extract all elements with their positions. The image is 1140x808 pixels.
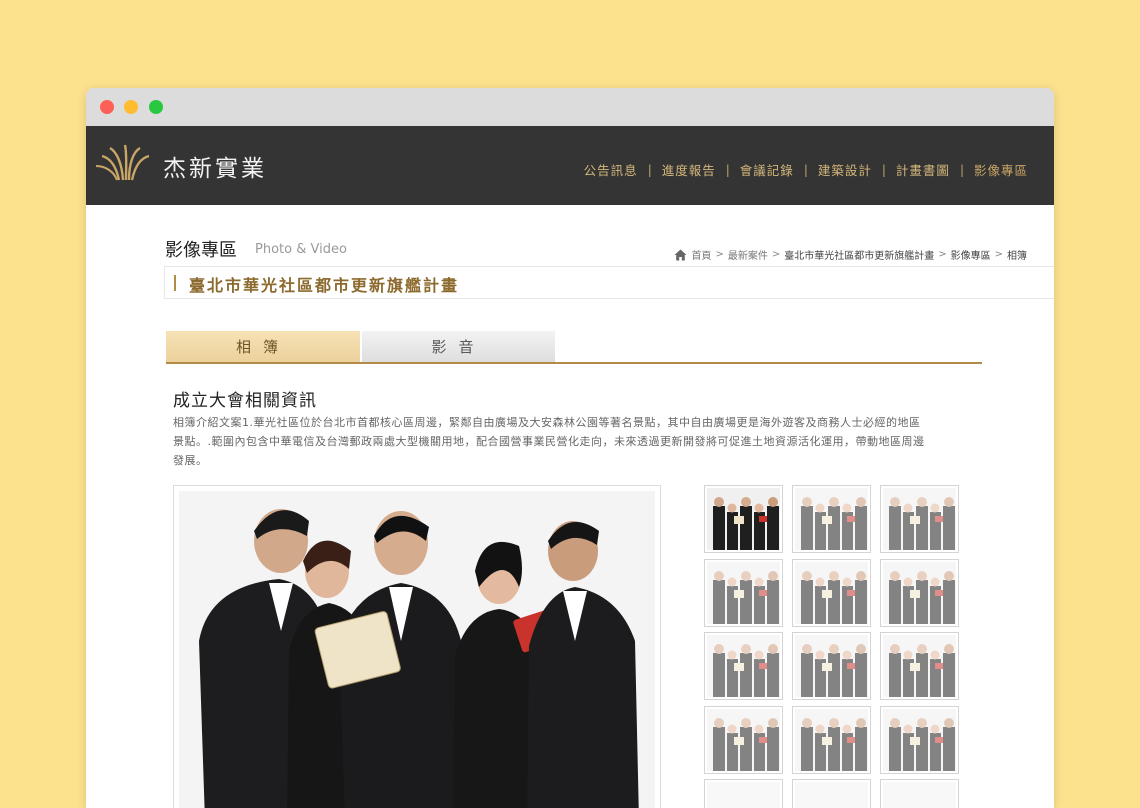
close-window-button[interactable]: [100, 100, 114, 114]
breadcrumb-media-area[interactable]: 影像專區: [951, 247, 991, 262]
site-header: 杰新實業 公告訊息 | 進度報告 | 會議記錄 | 建築設計 | 計畫書圖 | …: [86, 126, 1054, 205]
breadcrumb-home[interactable]: 首頁: [691, 247, 711, 262]
thumbnail[interactable]: [704, 485, 783, 553]
nav-divider: |: [881, 162, 886, 177]
thumbnail-image: [707, 562, 780, 624]
main-photo[interactable]: [179, 491, 655, 808]
thumbnail[interactable]: [880, 706, 959, 774]
logo-icon[interactable]: [96, 142, 154, 182]
nav-divider: |: [725, 162, 730, 177]
main-nav: 公告訊息 | 進度報告 | 會議記錄 | 建築設計 | 計畫書圖 | 影像專區: [584, 160, 1028, 179]
thumbnail-image: [883, 562, 956, 624]
project-title: 臺北市華光社區都市更新旗艦計畫: [189, 276, 460, 295]
main-photo-frame: [173, 485, 661, 808]
description-line: 發展。: [173, 454, 208, 467]
thumbnail-image: [883, 488, 956, 550]
thumbnail[interactable]: [880, 559, 959, 627]
breadcrumb-separator: >: [994, 249, 1003, 260]
nav-meeting-records[interactable]: 會議記錄: [740, 160, 794, 179]
nav-plan-drawings[interactable]: 計畫書圖: [896, 160, 950, 179]
thumbnail[interactable]: [792, 632, 871, 700]
thumbnail-image: [883, 782, 956, 808]
thumbnail[interactable]: [704, 559, 783, 627]
thumbnail-image: [707, 782, 780, 808]
browser-window: 杰新實業 公告訊息 | 進度報告 | 會議記錄 | 建築設計 | 計畫書圖 | …: [86, 88, 1054, 808]
thumbnail-image: [883, 709, 956, 771]
breadcrumb-album: 相簿: [1007, 251, 1027, 262]
breadcrumb-project[interactable]: 臺北市華光社區都市更新旗艦計畫: [784, 247, 934, 262]
thumbnail-image: [707, 635, 780, 697]
brand-name[interactable]: 杰新實業: [163, 149, 267, 183]
tab-underline: [166, 362, 982, 364]
thumbnail[interactable]: [880, 779, 959, 808]
album-heading: 成立大會相關資訊: [173, 391, 317, 411]
window-titlebar: [86, 88, 1054, 126]
page-title: 影像專區: [165, 240, 237, 261]
nav-architecture-design[interactable]: 建築設計: [818, 160, 872, 179]
album-description: 相簿介紹文案1.華光社區位於台北市首都核心區周邊，緊鄰自由廣場及大安森林公園等著…: [173, 413, 973, 470]
nav-progress-report[interactable]: 進度報告: [662, 160, 716, 179]
thumbnail[interactable]: [880, 485, 959, 553]
tab-video[interactable]: 影音: [362, 331, 555, 362]
page-subtitle: Photo & Video: [255, 242, 347, 257]
nav-announcements[interactable]: 公告訊息: [584, 160, 638, 179]
thumbnail[interactable]: [880, 632, 959, 700]
breadcrumb-separator: >: [715, 249, 724, 260]
thumbnail[interactable]: [792, 559, 871, 627]
breadcrumb-separator: >: [938, 249, 947, 260]
main-content: 影像專區 Photo & Video 首頁 > 最新案件 > 臺北市華光社區都市…: [86, 205, 1054, 808]
tab-album[interactable]: 相簿: [166, 331, 360, 362]
breadcrumb-latest-cases[interactable]: 最新案件: [728, 247, 768, 262]
thumbnail-image: [883, 635, 956, 697]
nav-divider: |: [647, 162, 652, 177]
thumbnail-image: [795, 709, 868, 771]
project-title-bar: 臺北市華光社區都市更新旗艦計畫: [164, 266, 1054, 299]
thumbnail[interactable]: [792, 779, 871, 808]
thumbnail[interactable]: [704, 779, 783, 808]
description-line: 相簿介紹文案1.華光社區位於台北市首都核心區周邊，緊鄰自由廣場及大安森林公園等著…: [173, 416, 921, 429]
breadcrumb: 首頁 > 最新案件 > 臺北市華光社區都市更新旗艦計畫 > 影像專區 > 相簿: [674, 247, 1027, 262]
minimize-window-button[interactable]: [124, 100, 138, 114]
thumbnail-image: [707, 488, 780, 550]
nav-divider: |: [803, 162, 808, 177]
home-icon: [674, 249, 687, 260]
thumbnail-image: [795, 488, 868, 550]
maximize-window-button[interactable]: [149, 100, 163, 114]
thumbnail-image: [795, 562, 868, 624]
breadcrumb-separator: >: [771, 249, 781, 260]
group-photo-image: [179, 491, 655, 808]
description-line: 景點。.範圍內包含中華電信及台灣郵政兩處大型機關用地，配合國營事業民營化走向，未…: [173, 435, 925, 448]
nav-divider: |: [959, 162, 964, 177]
thumbnail-image: [795, 635, 868, 697]
title-accent-mark: [174, 275, 176, 291]
thumbnail[interactable]: [704, 632, 783, 700]
thumbnail[interactable]: [792, 485, 871, 553]
thumbnail-image: [795, 782, 868, 808]
thumbnail[interactable]: [704, 706, 783, 774]
thumbnail[interactable]: [792, 706, 871, 774]
nav-media-area[interactable]: 影像專區: [974, 160, 1028, 179]
thumbnail-image: [707, 709, 780, 771]
